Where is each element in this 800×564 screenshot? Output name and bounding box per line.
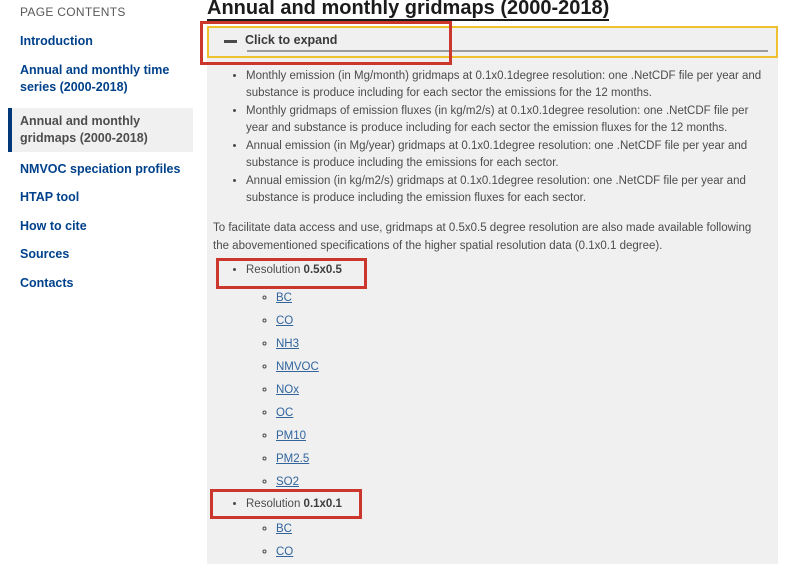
resolution-01-item: Resolution 0.1x0.1 (213, 496, 764, 513)
expander-label: Click to expand (245, 33, 337, 47)
page-contents-sidebar: PAGE CONTENTS Introduction Annual and mo… (0, 0, 207, 563)
list-item: Resolution 0.1x0.1 (246, 496, 764, 513)
collapse-minus-icon (224, 40, 237, 43)
link-oc-05[interactable]: OC (276, 407, 293, 419)
sidebar-item-sources[interactable]: Sources (20, 246, 190, 264)
list-item: BC (276, 518, 764, 541)
list-item: NOx (276, 379, 764, 402)
expanded-content: Monthly emission (in Mg/month) gridmaps … (207, 58, 778, 564)
link-pm10-05[interactable]: PM10 (276, 430, 306, 442)
sidebar-heading: PAGE CONTENTS (20, 5, 207, 19)
resolution-label: Resolution (246, 498, 300, 510)
page-title: Annual and monthly gridmaps (2000-2018) (207, 0, 778, 18)
link-co-01[interactable]: CO (276, 546, 293, 558)
list-item: Monthly emission (in Mg/month) gridmaps … (246, 68, 764, 101)
link-pm25-05[interactable]: PM2.5 (276, 453, 309, 465)
sidebar-item-nmvoc-speciation[interactable]: NMVOC speciation profiles (20, 161, 190, 179)
list-item: Annual emission (in kg/m2/s) gridmaps at… (246, 173, 764, 206)
list-item: Monthly gridmaps of emission fluxes (in … (246, 103, 764, 136)
resolution-label: Resolution (246, 264, 300, 276)
main-content: Annual and monthly gridmaps (2000-2018) … (207, 0, 778, 564)
list-item: NH3 (276, 333, 764, 356)
link-co-05[interactable]: CO (276, 315, 293, 327)
list-item: Annual emission (in Mg/year) gridmaps at… (246, 138, 764, 171)
list-item: BC (276, 287, 764, 310)
list-item: OC (276, 402, 764, 425)
link-so2-05[interactable]: SO2 (276, 476, 299, 488)
link-nh3-05[interactable]: NH3 (276, 338, 299, 350)
sidebar-item-gridmaps-active[interactable]: Annual and monthly gridmaps (2000-2018) (8, 108, 193, 152)
list-item: PM2.5 (276, 448, 764, 471)
list-item: NMVOC (276, 356, 764, 379)
resolution-value: 0.5x0.5 (304, 264, 342, 276)
link-nox-05[interactable]: NOx (276, 384, 299, 396)
link-nmvoc-05[interactable]: NMVOC (276, 361, 319, 373)
sidebar-item-introduction[interactable]: Introduction (20, 33, 190, 51)
link-bc-05[interactable]: BC (276, 292, 292, 304)
sidebar-item-time-series[interactable]: Annual and monthly time series (2000-201… (20, 62, 190, 97)
sidebar-item-how-to-cite[interactable]: How to cite (20, 218, 190, 236)
list-item: CO (276, 541, 764, 564)
collapsible-section: Click to expand Monthly emission (in Mg/… (207, 26, 778, 564)
expand-collapse-header[interactable]: Click to expand (207, 26, 778, 58)
list-item: SO2 (276, 471, 764, 494)
resolution-01-links: BC CO (213, 518, 764, 564)
sidebar-nav: Introduction Annual and monthly time ser… (0, 33, 207, 292)
gridmap-description-list: Monthly emission (in Mg/month) gridmaps … (213, 68, 764, 206)
list-item: CO (276, 310, 764, 333)
list-item: PM10 (276, 425, 764, 448)
sidebar-item-htap-tool[interactable]: HTAP tool (20, 189, 190, 207)
resolution-05-item: Resolution 0.5x0.5 (213, 262, 764, 279)
resolution-value: 0.1x0.1 (304, 498, 342, 510)
resolution-05-links: BC CO NH3 NMVOC NOx OC PM10 PM2.5 SO2 (213, 287, 764, 494)
link-bc-01[interactable]: BC (276, 523, 292, 535)
list-item: Resolution 0.5x0.5 (246, 262, 764, 279)
expander-divider (247, 50, 768, 52)
facilitate-paragraph: To facilitate data access and use, gridm… (213, 220, 764, 255)
sidebar-item-contacts[interactable]: Contacts (20, 275, 190, 293)
